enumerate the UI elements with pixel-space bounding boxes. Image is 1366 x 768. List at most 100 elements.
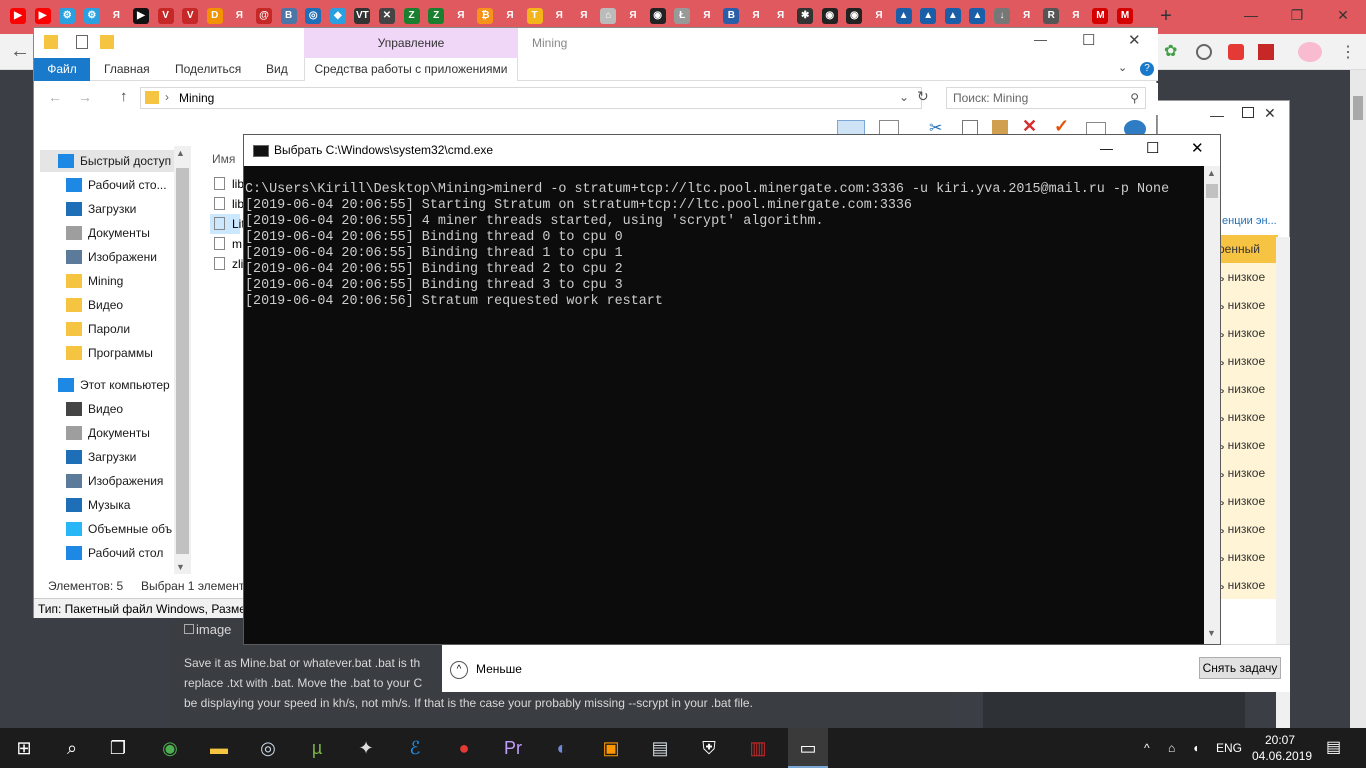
litecoin-icon[interactable]: Ł — [674, 8, 691, 24]
help-icon[interactable]: ? — [1140, 62, 1154, 76]
yandex-icon[interactable]: Я — [625, 8, 641, 24]
yandex-icon[interactable]: Я — [1018, 8, 1035, 24]
mountain-icon[interactable]: ▲ — [944, 8, 961, 24]
extension-globe-icon[interactable] — [1196, 44, 1212, 60]
nav-mining[interactable]: Mining — [66, 270, 123, 292]
nav-pc-downloads[interactable]: Загрузки — [66, 446, 136, 468]
taskmgr-row[interactable]: ь низкое — [1218, 487, 1278, 515]
browser-close-button[interactable]: ✕ — [1320, 0, 1366, 30]
game-icon[interactable]: ✦ — [354, 736, 378, 760]
chrome-icon[interactable]: ◉ — [158, 736, 182, 760]
fewer-details-link[interactable]: Меньше — [476, 662, 522, 676]
nav-pc-desktop[interactable]: Рабочий стол — [66, 542, 163, 564]
diamond-icon[interactable]: ◆ — [329, 8, 346, 24]
cmd-maximize-button[interactable]: ☐ — [1146, 139, 1159, 157]
taskmgr-column-header[interactable]: енции эн... — [1222, 215, 1277, 227]
cube-icon[interactable]: ▣ — [599, 736, 623, 760]
nav-pc-pictures[interactable]: Изображения — [66, 470, 163, 492]
taskmgr-minimize-button[interactable]: — — [1210, 107, 1224, 123]
youtube-icon[interactable]: ▶ — [10, 8, 26, 24]
explorer-close-button[interactable]: ✕ — [1128, 31, 1141, 49]
yandex-icon[interactable]: Я — [108, 8, 125, 24]
cmd-scrollbar[interactable]: ▲ ▼ — [1204, 166, 1220, 644]
mountain-icon[interactable]: ▲ — [920, 8, 937, 24]
notification-icon[interactable]: ▤ — [1326, 728, 1341, 768]
settings-icon[interactable]: ⚙ — [83, 8, 100, 24]
nav-desktop[interactable]: Рабочий сто... — [66, 174, 167, 196]
utorrent-icon[interactable]: µ — [305, 736, 329, 760]
explorer-minimize-button[interactable]: — — [1034, 32, 1047, 47]
record-icon[interactable]: ● — [452, 736, 476, 760]
search-icon[interactable]: ⌕ — [60, 736, 84, 760]
address-segment[interactable]: Mining — [179, 91, 214, 105]
nav-passwords[interactable]: Пароли — [66, 318, 130, 340]
dns-icon[interactable]: D — [206, 8, 223, 24]
yandex-icon[interactable]: Я — [1067, 8, 1084, 24]
tab-app-tools[interactable]: Средства работы с приложениями — [304, 58, 518, 81]
taskmgr-row[interactable]: ь низкое — [1218, 291, 1278, 319]
column-name-header[interactable]: Имя — [212, 152, 235, 166]
file-row[interactable]: lib — [210, 174, 244, 194]
yandex-icon[interactable]: Я — [551, 8, 568, 24]
r-icon[interactable]: R — [1043, 8, 1060, 24]
volume-icon[interactable]: ◖ — [1192, 728, 1199, 768]
nav-pc-documents[interactable]: Документы — [66, 422, 150, 444]
mountain-icon[interactable]: ▲ — [969, 8, 986, 24]
extension-clover-icon[interactable]: ✿ — [1164, 43, 1182, 61]
close-icon[interactable]: ✕ — [379, 8, 395, 24]
nav-pc-3d-objects[interactable]: Объемные объ — [66, 518, 172, 540]
clock[interactable]: 20:07 04.06.2019 — [1252, 732, 1312, 764]
image-icon[interactable]: ▤ — [648, 736, 672, 760]
search-input[interactable]: Поиск: Mining ⚲ — [946, 87, 1146, 109]
shield-icon[interactable]: ⛨ — [697, 736, 721, 760]
nav-pc-music[interactable]: Музыка — [66, 494, 130, 516]
premiere-icon[interactable]: Pr — [501, 736, 525, 760]
taskmgr-row[interactable]: ь низкое — [1218, 571, 1278, 599]
play-icon[interactable]: ▶ — [133, 8, 149, 24]
file-row[interactable]: Lit — [210, 214, 245, 234]
yandex-icon[interactable]: Я — [231, 8, 248, 24]
folder-icon[interactable]: ▬ — [207, 736, 231, 760]
address-field[interactable]: › Mining ⌄ — [140, 87, 922, 109]
nav-pc-video[interactable]: Видео — [66, 398, 123, 420]
vivaldi-icon[interactable]: V — [182, 8, 199, 24]
nav-this-pc[interactable]: Этот компьютер — [58, 374, 170, 396]
properties-icon[interactable] — [76, 35, 88, 49]
file-row[interactable]: zli — [210, 254, 243, 274]
b-icon[interactable]: B — [723, 8, 740, 24]
vk-icon[interactable]: В — [280, 8, 297, 24]
tab-file[interactable]: Файл — [34, 58, 90, 81]
taskmgr-row[interactable]: ь низкое — [1218, 431, 1278, 459]
taskmgr-row[interactable]: ь низкое — [1218, 347, 1278, 375]
nav-documents[interactable]: Документы — [66, 222, 150, 244]
start-icon[interactable]: ⊞ — [12, 736, 36, 760]
nav-pictures[interactable]: Изображени — [66, 246, 157, 268]
tab-home[interactable]: Главная — [104, 58, 150, 81]
zcash-icon[interactable]: Z — [403, 8, 420, 24]
cmd-minimize-button[interactable]: — — [1100, 141, 1113, 156]
taskmgr-row[interactable]: ь низкое — [1218, 263, 1278, 291]
github-icon[interactable]: ◉ — [821, 8, 838, 24]
cmd-console-output[interactable]: C:\Users\Kirill\Desktop\Mining>minerd -o… — [244, 166, 1204, 644]
coin-icon[interactable]: ◎ — [305, 8, 322, 24]
yandex-icon[interactable]: Я — [698, 8, 715, 24]
taskmgr-row[interactable]: ь низкое — [1218, 319, 1278, 347]
extension-star-icon[interactable] — [1228, 44, 1244, 60]
nav-downloads[interactable]: Загрузки — [66, 198, 136, 220]
steam-icon[interactable]: ◎ — [256, 736, 280, 760]
vivaldi-icon[interactable]: V — [157, 8, 174, 24]
task-view-icon[interactable]: ❐ — [106, 736, 130, 760]
network-icon[interactable]: ✱ — [797, 8, 814, 24]
taskmgr-close-button[interactable]: ✕ — [1264, 105, 1276, 122]
archive-icon[interactable]: ▥ — [746, 736, 770, 760]
nav-programs[interactable]: Программы — [66, 342, 153, 364]
robot-icon[interactable]: ⌂ — [600, 8, 617, 24]
cmd-close-button[interactable]: ✕ — [1191, 139, 1204, 157]
download-icon[interactable]: ↓ — [994, 8, 1010, 24]
yandex-icon[interactable]: Я — [502, 8, 518, 24]
nav-quick-access[interactable]: Быстрый доступ — [40, 150, 174, 172]
menu-icon[interactable]: ⋮ — [1340, 42, 1356, 62]
browser-minimize-button[interactable]: — — [1228, 0, 1274, 30]
bitcoin-icon[interactable]: ₿ — [477, 8, 494, 24]
back-icon[interactable]: ← — [10, 40, 30, 63]
